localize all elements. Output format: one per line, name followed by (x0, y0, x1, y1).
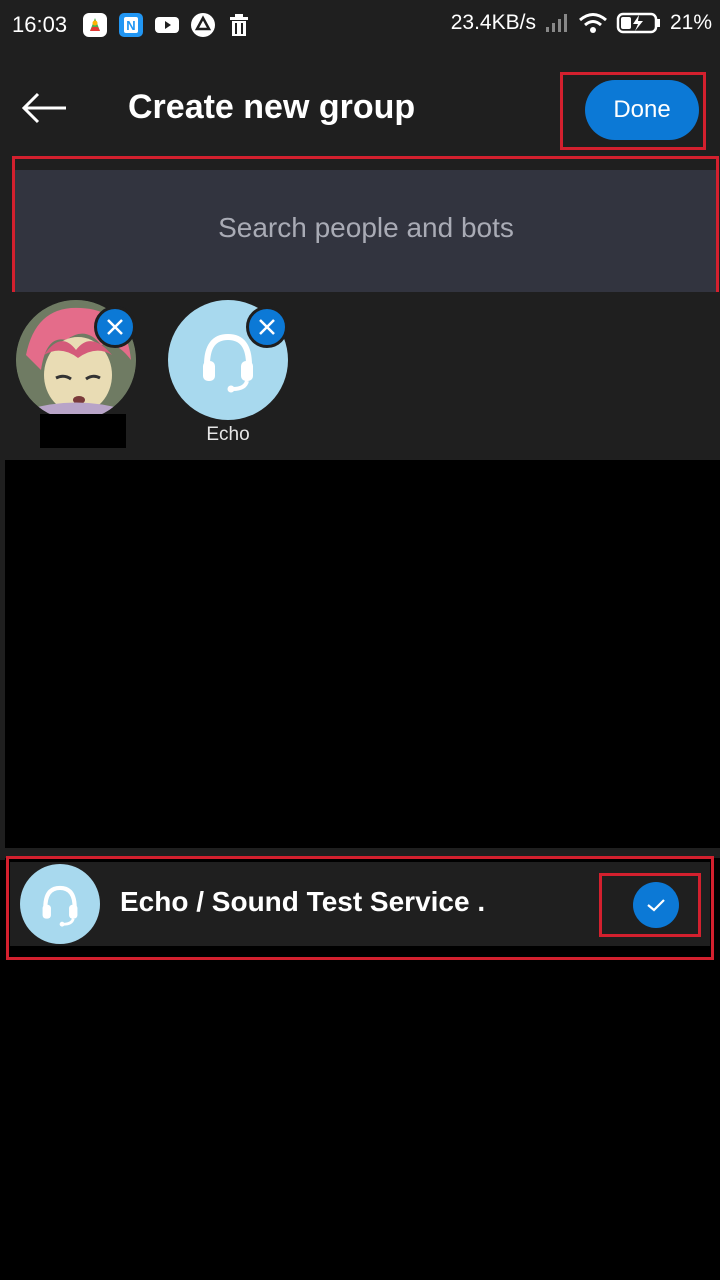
maps-icon (83, 13, 107, 37)
selected-participants: Echo (0, 292, 720, 460)
selected-chip[interactable] (16, 300, 140, 450)
drive-icon (191, 13, 215, 37)
status-time: 16:03 (12, 12, 68, 37)
trash-icon (230, 14, 248, 36)
youtube-icon (155, 17, 179, 33)
remove-chip-button[interactable] (246, 306, 288, 348)
n-app-icon: N (119, 13, 143, 37)
signal-icon (545, 14, 567, 32)
battery-percent: 21% (669, 11, 712, 34)
redacted-list-region (5, 460, 720, 848)
redacted-name (40, 414, 126, 448)
svg-text:N: N (126, 18, 135, 33)
notification-icons: N (82, 12, 252, 38)
checkmark-icon (647, 899, 665, 912)
close-icon (259, 319, 275, 335)
selected-chip[interactable]: Echo (168, 300, 292, 450)
select-checkbox[interactable] (633, 882, 679, 928)
close-icon (107, 319, 123, 335)
status-bar: 16:03 N 23.4KB/s 21% (0, 0, 720, 50)
page-title: Create new group (128, 88, 416, 126)
search-highlight-box (12, 156, 719, 296)
status-right: 23.4KB/s 21% (451, 11, 712, 35)
network-speed: 23.4KB/s (450, 11, 536, 34)
remove-chip-button[interactable] (94, 306, 136, 348)
done-button[interactable]: Done (585, 80, 699, 140)
wifi-icon (579, 13, 607, 33)
battery-icon (616, 12, 660, 34)
chip-label: Echo (206, 424, 250, 445)
back-arrow-icon[interactable] (20, 88, 68, 128)
